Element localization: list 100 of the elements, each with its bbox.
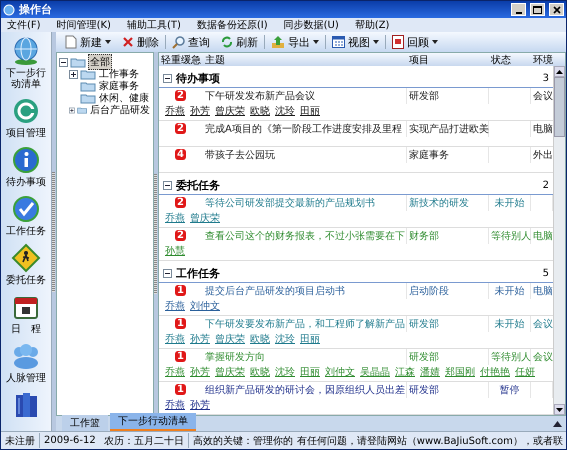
tree-item[interactable]: 工作事务	[98, 67, 140, 81]
tree-item[interactable]: 全部	[88, 54, 112, 70]
person-link[interactable]: 刘仲文	[325, 365, 355, 379]
toolbar-button[interactable]: 删除	[117, 34, 164, 50]
subject-cell: 完成A项目的《第一阶段工作进度安排及里程	[203, 121, 407, 137]
toolbar-button[interactable]: 视图	[327, 34, 384, 50]
priority-badge: 2	[175, 90, 186, 101]
collapse-icon[interactable]	[163, 180, 172, 190]
status-cell: 暂停	[489, 382, 531, 398]
person-link[interactable]: 任妍	[515, 365, 535, 379]
person-link[interactable]: 乔燕	[165, 299, 185, 313]
nav-item[interactable]: 工作任务	[4, 226, 48, 237]
person-link[interactable]: 孙慧	[165, 244, 185, 258]
message-text: 有任何问题，请登陆网站（www.BaJiuSoft.com），或者联	[296, 434, 563, 448]
group-title: 委托任务	[176, 178, 221, 192]
scroll-up-button[interactable]	[554, 66, 565, 77]
column-header[interactable]: 轻重缓急	[159, 53, 203, 67]
person-link[interactable]: 乔燕	[165, 365, 185, 379]
person-link[interactable]: 欧晓	[250, 104, 270, 118]
person-link[interactable]: 曾庆荣	[190, 211, 220, 225]
collapse-up-icon[interactable]	[553, 421, 562, 427]
menu-item[interactable]: 时间管理(K)	[50, 18, 121, 32]
folder-icon	[80, 80, 96, 92]
expand-icon[interactable]	[69, 106, 75, 114]
refresh-icon	[221, 36, 233, 48]
tree-item[interactable]: 休闲、健康	[98, 91, 150, 105]
person-link[interactable]: 沈玲	[275, 104, 295, 118]
person-link[interactable]: 吴晶晶	[360, 365, 390, 379]
column-header[interactable]: 状态	[489, 53, 531, 67]
person-link[interactable]: 乔燕	[165, 398, 185, 412]
person-link[interactable]: 乔燕	[165, 211, 185, 225]
nav-item[interactable]: 项目管理	[4, 128, 48, 139]
menu-item[interactable]: 辅助工具(T)	[120, 18, 191, 32]
toolbar-button[interactable]: 回顾	[387, 34, 443, 50]
person-link[interactable]: 曾庆荣	[215, 104, 245, 118]
caret-icon[interactable]	[105, 40, 111, 44]
nav-item[interactable]: 下一步行动清单	[4, 68, 48, 90]
person-link[interactable]: 乔燕	[165, 104, 185, 118]
tree-item[interactable]: 家庭事务	[98, 79, 140, 93]
menu-item[interactable]: 文件(F)	[1, 18, 51, 32]
column-header[interactable]: 环境	[531, 53, 565, 67]
person-link[interactable]: 孙芳	[190, 332, 210, 346]
maximize-button[interactable]	[530, 3, 545, 16]
person-link[interactable]: 孙芳	[190, 104, 210, 118]
toolbar-button[interactable]: 新建	[60, 34, 116, 50]
person-link[interactable]: 郑国刚	[445, 365, 475, 379]
nav-item[interactable]: 日 程	[4, 324, 48, 335]
menu-item[interactable]: 数据备份还原(I)	[190, 18, 278, 32]
caret-icon[interactable]	[432, 40, 438, 44]
person-link[interactable]: 江森	[395, 365, 415, 379]
caret-icon[interactable]	[313, 40, 319, 44]
person-link[interactable]: 田丽	[300, 332, 320, 346]
scroll-thumb[interactable]	[554, 77, 565, 137]
grid-icon	[332, 36, 345, 48]
person-link[interactable]: 潘婧	[420, 365, 440, 379]
collapse-icon[interactable]	[163, 268, 172, 278]
person-link[interactable]: 乔燕	[165, 332, 185, 346]
info-icon	[11, 145, 41, 175]
person-link[interactable]: 刘仲文	[190, 299, 220, 313]
menu-item[interactable]: 帮助(Z)	[348, 18, 400, 32]
nav-item[interactable]: 委托任务	[4, 275, 48, 286]
maximize-icon	[533, 6, 542, 14]
person-link[interactable]: 曾庆荣	[215, 365, 245, 379]
toolbar-button[interactable]: 导出	[266, 34, 324, 50]
caret-icon[interactable]	[373, 40, 379, 44]
check-icon	[11, 194, 41, 224]
status-cell: 未开始	[489, 195, 531, 211]
person-link[interactable]: 沈玲	[275, 332, 295, 346]
priority-badge: 1	[175, 384, 186, 395]
subject-cell: 下午研发发布新产品会议	[203, 88, 407, 104]
person-link[interactable]: 欧晓	[250, 365, 270, 379]
expand-icon[interactable]	[69, 70, 78, 78]
priority-badge: 4	[175, 149, 186, 160]
tree-item[interactable]: 后台产品研发	[89, 103, 151, 117]
column-header[interactable]: 项目	[407, 53, 489, 67]
person-link[interactable]: 曾庆荣	[215, 332, 245, 346]
nav-item[interactable]: 人脉管理	[4, 373, 48, 384]
column-header[interactable]: 主题	[203, 53, 407, 67]
toolbar-button[interactable]: 刷新	[216, 34, 263, 50]
toolbar-button[interactable]: 查询	[167, 34, 215, 50]
tab[interactable]: 下一步行动清单	[110, 413, 196, 431]
person-link[interactable]: 孙芳	[190, 398, 210, 412]
person-link[interactable]: 沈玲	[275, 365, 295, 379]
tab[interactable]: 工作篮	[62, 415, 108, 431]
subject-cell: 提交后台产品研发的项目启动书	[203, 283, 407, 299]
menu-item[interactable]: 同步数据(U)	[278, 18, 349, 32]
collapse-icon[interactable]	[163, 74, 172, 82]
close-button[interactable]	[549, 3, 564, 16]
minimize-button[interactable]	[511, 3, 526, 16]
swirl-icon	[11, 96, 41, 126]
person-link[interactable]: 孙芳	[190, 365, 210, 379]
person-link[interactable]: 欧晓	[250, 332, 270, 346]
nav-item[interactable]: 待办事项	[4, 177, 48, 188]
group-count: 5	[542, 268, 549, 278]
person-link[interactable]: 田丽	[300, 104, 320, 118]
scroll-down-button[interactable]	[554, 404, 565, 415]
project-cell: 家庭事务	[407, 147, 489, 163]
collapse-icon[interactable]	[59, 58, 68, 66]
person-link[interactable]: 付艳艳	[480, 365, 510, 379]
person-link[interactable]: 田丽	[300, 365, 320, 379]
